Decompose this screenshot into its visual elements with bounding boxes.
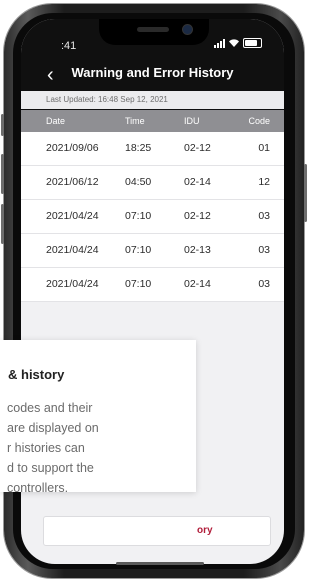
cell-code: 03 <box>258 210 270 222</box>
history-table: 2021/09/06 18:25 02-12 01 2021/06/12 04:… <box>21 132 284 302</box>
speaker-grille <box>137 27 169 32</box>
status-icons <box>214 38 262 48</box>
page-title: Warning and Error History <box>71 65 234 80</box>
battery-icon <box>243 38 262 48</box>
info-card: & history codes and their are displayed … <box>0 340 196 495</box>
status-time: :41 <box>61 40 77 52</box>
cell-idu: 02-14 <box>184 176 211 188</box>
table-row[interactable]: 2021/04/24 07:10 02-12 03 <box>21 200 284 234</box>
history-button-label: ory <box>197 525 213 536</box>
cell-idu: 02-14 <box>184 278 211 290</box>
cell-time: 07:10 <box>125 244 152 256</box>
volume-up-button <box>1 154 4 194</box>
info-card-line: controllers. <box>7 481 69 495</box>
cell-time: 07:10 <box>125 210 152 222</box>
mute-switch <box>1 114 4 136</box>
cell-code: 12 <box>258 176 270 188</box>
cell-date: 2021/06/12 <box>46 176 99 188</box>
cell-time: 18:25 <box>125 142 152 154</box>
cell-code: 03 <box>258 278 270 290</box>
power-button <box>304 164 307 222</box>
column-header-idu: IDU <box>184 116 200 126</box>
info-card-line: d to support the <box>7 461 94 475</box>
notch <box>99 19 209 45</box>
last-updated-text: Last Updated: 16:48 Sep 12, 2021 <box>46 95 168 104</box>
cell-idu: 02-12 <box>184 210 211 222</box>
table-row[interactable]: 2021/04/24 07:10 02-14 03 <box>21 268 284 302</box>
table-row[interactable]: 2021/09/06 18:25 02-12 01 <box>21 132 284 166</box>
column-header-date: Date <box>46 116 66 126</box>
info-card-title: & history <box>8 367 65 382</box>
cell-time: 04:50 <box>125 176 152 188</box>
table-header: Date Time IDU Code <box>21 110 284 132</box>
column-header-time: Time <box>125 116 145 126</box>
front-camera <box>183 25 192 34</box>
info-card-line: codes and their <box>7 401 93 415</box>
signal-icon <box>214 38 225 48</box>
wifi-icon <box>229 39 239 47</box>
cell-time: 07:10 <box>125 278 152 290</box>
info-card-line: r histories can <box>7 441 85 455</box>
info-card-body: codes and their are displayed on r histo… <box>0 398 192 498</box>
home-indicator <box>116 562 204 565</box>
cell-idu: 02-12 <box>184 142 211 154</box>
cell-date: 2021/04/24 <box>46 210 99 222</box>
column-header-code: Code <box>248 116 270 126</box>
cell-code: 01 <box>258 142 270 154</box>
info-card-line: are displayed on <box>7 421 99 435</box>
cell-date: 2021/09/06 <box>46 142 99 154</box>
cell-idu: 02-13 <box>184 244 211 256</box>
table-row[interactable]: 2021/04/24 07:10 02-13 03 <box>21 234 284 268</box>
cell-date: 2021/04/24 <box>46 244 99 256</box>
cell-code: 03 <box>258 244 270 256</box>
cell-date: 2021/04/24 <box>46 278 99 290</box>
last-updated-bar: Last Updated: 16:48 Sep 12, 2021 <box>21 91 284 109</box>
history-button[interactable]: ory <box>43 516 271 546</box>
volume-down-button <box>1 204 4 244</box>
table-row[interactable]: 2021/06/12 04:50 02-14 12 <box>21 166 284 200</box>
